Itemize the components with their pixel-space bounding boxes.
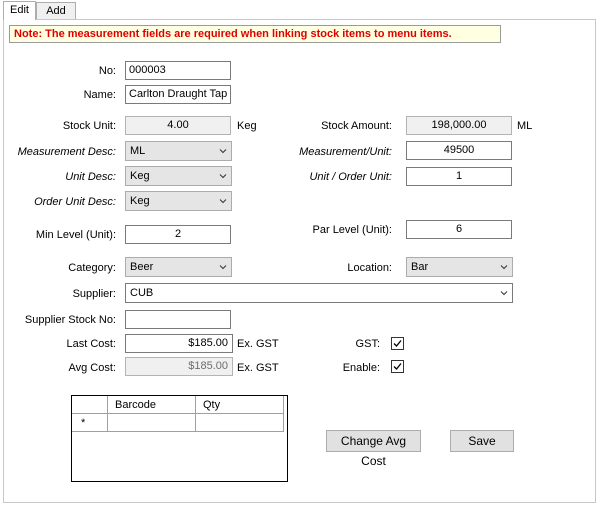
measurement-desc-label: Measurement Desc: — [17, 146, 116, 158]
tab-edit[interactable]: Edit — [3, 1, 36, 20]
category-select[interactable]: Beer — [125, 257, 232, 277]
measurement-unit-label: Measurement/Unit: — [299, 146, 392, 158]
unit-desc-label: Unit Desc: — [65, 171, 116, 183]
grid-header-barcode[interactable]: Barcode — [108, 396, 196, 414]
no-label: No: — [98, 65, 116, 77]
stock-amount-unit: ML — [517, 120, 533, 132]
min-level-field[interactable]: 2 — [125, 225, 231, 244]
checkmark-icon — [393, 340, 402, 347]
category-value: Beer — [130, 261, 154, 273]
stock-amount-field: 198,000.00 — [406, 116, 512, 135]
change-avg-cost-button[interactable]: Change Avg Cost — [326, 430, 421, 468]
name-field[interactable]: Carlton Draught Tap — [125, 85, 231, 104]
supplier-stock-no-label: Supplier Stock No: — [24, 314, 116, 326]
save-button[interactable]: Save — [450, 430, 514, 452]
supplier-value: CUB — [130, 287, 154, 299]
avg-cost-field: $185.00 — [125, 357, 233, 376]
chevron-down-icon — [500, 265, 508, 270]
par-level-field[interactable]: 6 — [406, 220, 512, 239]
chevron-down-icon — [219, 265, 227, 270]
avg-cost-suffix: Ex. GST — [237, 362, 279, 374]
grid-header-qty[interactable]: Qty — [196, 396, 284, 414]
supplier-label: Supplier: — [72, 288, 116, 300]
order-unit-desc-select[interactable]: Keg — [125, 191, 232, 211]
stock-unit-field: 4.00 — [125, 116, 231, 135]
name-label: Name: — [83, 89, 116, 101]
measurement-desc-select[interactable]: ML — [125, 141, 232, 161]
gst-checkbox[interactable] — [391, 337, 404, 350]
order-unit-desc-label: Order Unit Desc: — [34, 196, 116, 208]
unit-order-field[interactable]: 1 — [406, 167, 512, 186]
location-select[interactable]: Bar — [406, 257, 513, 277]
enable-label: Enable: — [342, 362, 380, 374]
last-cost-suffix: Ex. GST — [237, 338, 279, 350]
gst-label: GST: — [355, 338, 380, 350]
par-level-label: Par Level (Unit): — [312, 224, 392, 236]
barcode-grid[interactable]: Barcode Qty * — [71, 395, 288, 482]
checkmark-icon — [393, 363, 402, 370]
last-cost-field[interactable]: $185.00 — [125, 334, 233, 353]
order-unit-desc-value: Keg — [130, 195, 150, 207]
chevron-down-icon — [219, 199, 227, 204]
chevron-down-icon — [500, 291, 508, 296]
grid-new-row-marker: * — [72, 414, 108, 432]
stock-unit-label: Stock Unit: — [62, 120, 116, 132]
category-label: Category: — [68, 262, 116, 274]
unit-desc-value: Keg — [130, 170, 150, 182]
unit-order-label: Unit / Order Unit: — [309, 171, 392, 183]
stock-unit-unit: Keg — [237, 120, 257, 132]
grid-cell-barcode[interactable] — [108, 414, 196, 432]
grid-cell-qty[interactable] — [196, 414, 284, 432]
supplier-select[interactable]: CUB — [125, 283, 513, 303]
location-label: Location: — [347, 262, 392, 274]
min-level-label: Min Level (Unit): — [35, 229, 116, 241]
measurement-note: Note: The measurement fields are require… — [9, 25, 501, 43]
enable-checkbox[interactable] — [391, 360, 404, 373]
location-value: Bar — [411, 261, 429, 273]
measurement-desc-value: ML — [130, 145, 146, 157]
chevron-down-icon — [219, 174, 227, 179]
measurement-unit-field[interactable]: 49500 — [406, 141, 512, 160]
last-cost-label: Last Cost: — [66, 338, 116, 350]
unit-desc-select[interactable]: Keg — [125, 166, 232, 186]
grid-row-header-corner — [72, 396, 108, 414]
chevron-down-icon — [219, 149, 227, 154]
avg-cost-label: Avg Cost: — [68, 362, 117, 374]
tab-add[interactable]: Add — [36, 2, 76, 19]
supplier-stock-no-field[interactable] — [125, 310, 231, 329]
no-field[interactable]: 000003 — [125, 61, 231, 80]
stock-amount-label: Stock Amount: — [321, 120, 392, 132]
